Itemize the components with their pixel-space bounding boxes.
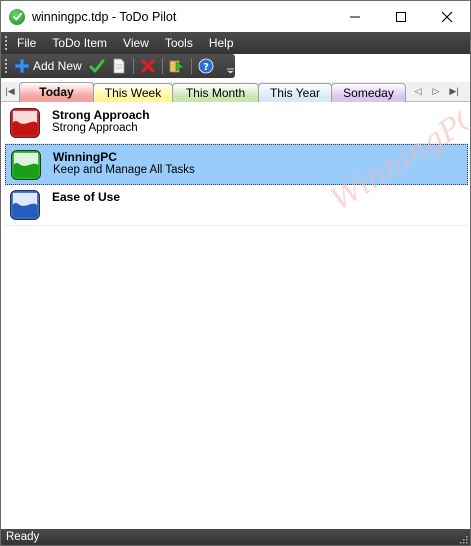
task-description: Keep and Manage All Tasks <box>53 164 195 176</box>
tab-label: This Month <box>185 86 246 100</box>
prev-arrow-icon: ◁ <box>414 86 422 96</box>
task-description: Strong Approach <box>52 122 138 134</box>
title-bar[interactable]: winningpc.tdp - ToDo Pilot <box>1 1 470 32</box>
toolbar-grip[interactable] <box>5 59 7 73</box>
menu-todo-item[interactable]: ToDo Item <box>44 32 115 54</box>
tab-this-month[interactable]: This Month <box>172 83 259 102</box>
task-title: WinningPC <box>53 150 117 164</box>
red-priority-icon <box>10 108 40 138</box>
tab-this-year[interactable]: This Year <box>258 83 332 102</box>
checkmark-icon <box>89 59 105 73</box>
complete-task-button[interactable] <box>86 55 108 77</box>
close-button[interactable] <box>424 1 470 32</box>
task-title: Strong Approach <box>52 108 150 122</box>
chevron-down-icon <box>226 68 234 74</box>
add-new-label: Add New <box>33 59 82 73</box>
svg-text:?: ? <box>203 62 209 73</box>
play-folder-icon <box>169 60 184 73</box>
toolbar-separator <box>190 58 192 74</box>
help-button[interactable]: ? <box>195 55 217 77</box>
edit-note-button[interactable] <box>108 55 130 77</box>
tab-today[interactable]: Today <box>19 82 94 102</box>
tab-label: Someday <box>343 86 394 100</box>
toolbar-separator <box>161 58 163 74</box>
app-check-icon <box>9 8 25 25</box>
tab-this-week[interactable]: This Week <box>93 83 173 102</box>
close-icon <box>441 11 453 22</box>
menu-view[interactable]: View <box>115 32 157 54</box>
toolbar: Add New ? <box>1 54 235 78</box>
delete-x-icon <box>141 59 155 73</box>
menu-file[interactable]: File <box>7 32 44 54</box>
menu-bar: File ToDo Item View Tools Help <box>1 32 470 54</box>
last-arrow-icon: ▶| <box>449 86 459 96</box>
minimize-icon <box>350 16 360 17</box>
add-new-button[interactable]: Add New <box>11 55 86 77</box>
document-icon <box>113 58 125 74</box>
tab-someday[interactable]: Someday <box>331 83 406 102</box>
task-row[interactable]: Strong Approach Strong Approach <box>5 103 468 144</box>
run-button[interactable] <box>166 55 188 77</box>
tab-first-button[interactable]: |◀ <box>3 82 17 101</box>
task-row[interactable]: WinningPC Keep and Manage All Tasks <box>5 144 468 185</box>
delete-button[interactable] <box>137 55 159 77</box>
status-text: Ready <box>6 531 40 543</box>
blue-priority-icon <box>10 190 40 220</box>
minimize-button[interactable] <box>332 1 378 32</box>
plus-icon <box>14 58 30 74</box>
first-arrow-icon: |◀ <box>5 86 15 96</box>
status-bar: Ready <box>1 529 470 545</box>
tab-label: This Week <box>104 86 162 100</box>
menu-tools[interactable]: Tools <box>157 32 201 54</box>
tab-label: Today <box>39 85 74 99</box>
task-list[interactable]: Strong Approach Strong Approach WinningP… <box>5 103 468 524</box>
window-title: winningpc.tdp - ToDo Pilot <box>32 9 177 24</box>
task-title: Ease of Use <box>52 190 121 204</box>
help-icon: ? <box>198 58 214 74</box>
task-row[interactable]: Ease of Use <box>5 185 468 226</box>
maximize-icon <box>396 11 406 22</box>
next-arrow-icon: ▷ <box>432 86 440 96</box>
green-priority-icon <box>11 150 41 180</box>
toolbar-separator <box>132 58 134 74</box>
toolbar-overflow-button[interactable] <box>225 54 235 78</box>
tab-next-button[interactable]: ▷ <box>429 82 443 101</box>
tab-prev-button[interactable]: ◁ <box>411 82 425 101</box>
maximize-button[interactable] <box>378 1 424 32</box>
period-tab-strip: |◀ Today This Week This Month This Year … <box>1 82 470 102</box>
tab-label: This Year <box>269 86 321 100</box>
app-window: winningpc.tdp - ToDo Pilot File ToDo Ite… <box>0 0 471 546</box>
menu-help[interactable]: Help <box>201 32 242 54</box>
resize-grip-icon[interactable] <box>458 534 468 544</box>
tab-last-button[interactable]: ▶| <box>447 82 461 101</box>
